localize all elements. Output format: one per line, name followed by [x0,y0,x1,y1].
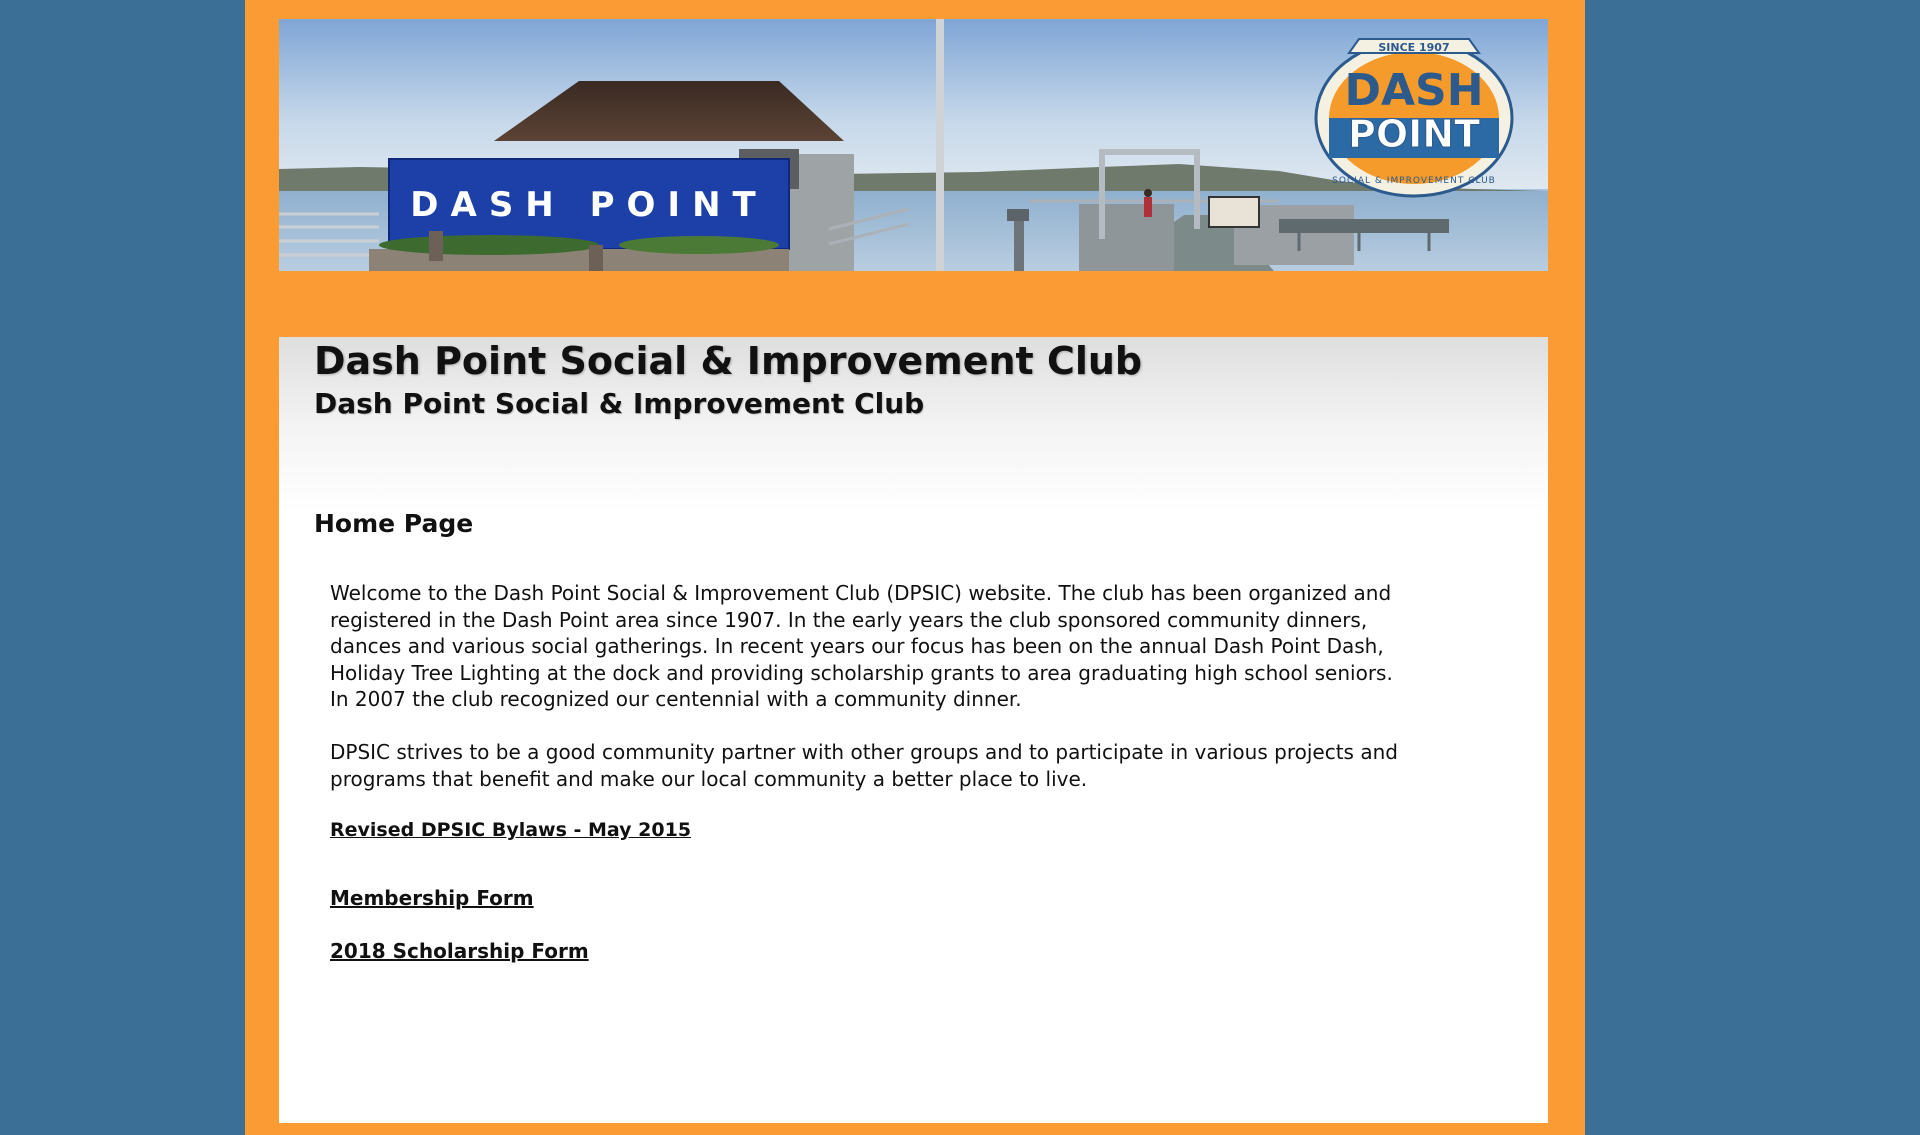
page-frame: DASH POINT SINCE 1907 DASH POINT SOCIAL … [245,0,1585,1135]
logo-word-dash: DASH [1344,65,1483,116]
site-title: Dash Point Social & Improvement Club [314,339,1143,383]
logo-since-text: SINCE 1907 [1378,41,1449,54]
header-banner: DASH POINT SINCE 1907 DASH POINT SOCIAL … [279,19,1548,271]
logo-ring-text: SOCIAL & IMPROVEMENT CLUB [1332,176,1496,186]
page-heading: Home Page [314,509,474,538]
intro-paragraph-welcome: Welcome to the Dash Point Social & Impro… [330,581,1393,712]
logo-word-point: POINT [1348,112,1480,156]
club-logo: SINCE 1907 DASH POINT SOCIAL & IMPROVEME… [1314,38,1514,198]
intro-paragraph-partner: DPSIC strives to be a good community par… [330,739,1398,791]
banner-sign-text: DASH POINT [410,185,767,225]
membership-form-link[interactable]: Membership Form [330,886,534,910]
site-subtitle: Dash Point Social & Improvement Club [314,387,925,420]
bylaws-link[interactable]: Revised DPSIC Bylaws - May 2015 [330,819,691,841]
intro-text: Welcome to the Dash Point Social & Impro… [330,580,1410,792]
main-content: Dash Point Social & Improvement Club Das… [279,337,1548,1123]
scholarship-form-link[interactable]: 2018 Scholarship Form [330,939,589,963]
